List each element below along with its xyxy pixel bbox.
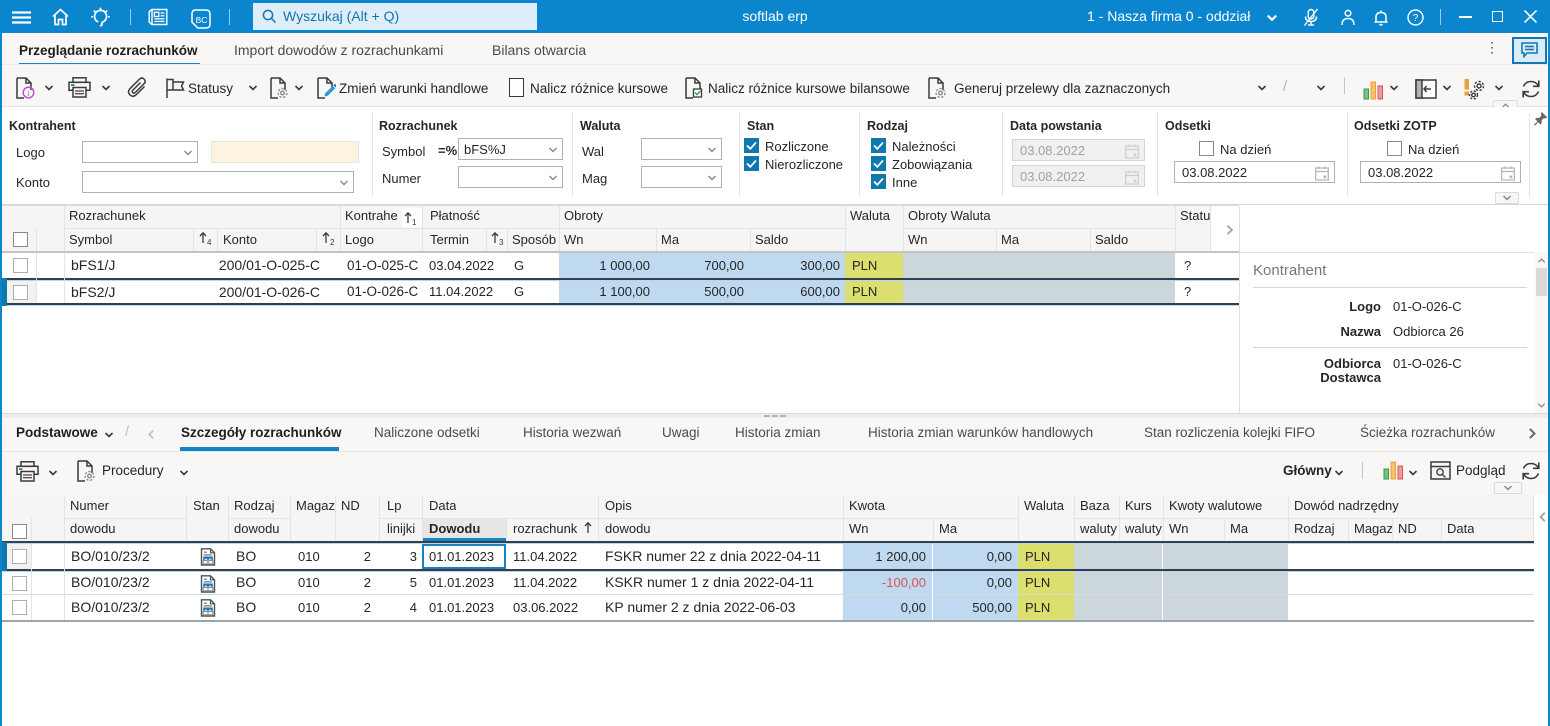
- svg-text:2: 2: [330, 238, 335, 246]
- svg-text:BC: BC: [196, 15, 208, 25]
- svg-text:?: ?: [1413, 13, 1419, 24]
- svg-text:i: i: [27, 89, 30, 98]
- svg-text:4: 4: [207, 238, 212, 246]
- svg-text:3: 3: [499, 238, 504, 246]
- svg-text:1: 1: [412, 218, 417, 226]
